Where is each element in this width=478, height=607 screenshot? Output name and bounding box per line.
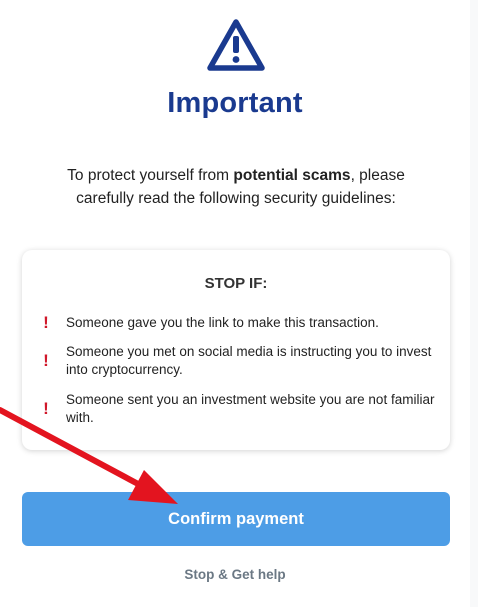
page-title: Important bbox=[167, 87, 303, 119]
stop-item-text: Someone you met on social media is instr… bbox=[66, 344, 432, 377]
annotation-arrow-icon bbox=[0, 407, 178, 504]
exclamation-icon: ! bbox=[43, 351, 49, 370]
stop-if-title: STOP IF: bbox=[204, 275, 268, 292]
stop-item-text: Someone gave you the link to make this t… bbox=[66, 315, 379, 330]
intro-text-emphasis: potential scams bbox=[233, 167, 351, 184]
intro-text-start: To protect yourself from bbox=[67, 167, 234, 184]
exclamation-icon: ! bbox=[43, 313, 49, 332]
warning-triangle-icon bbox=[207, 19, 265, 71]
stop-get-help-link[interactable]: Stop & Get help bbox=[0, 567, 470, 582]
intro-text: To protect yourself from potential scams… bbox=[40, 164, 432, 210]
